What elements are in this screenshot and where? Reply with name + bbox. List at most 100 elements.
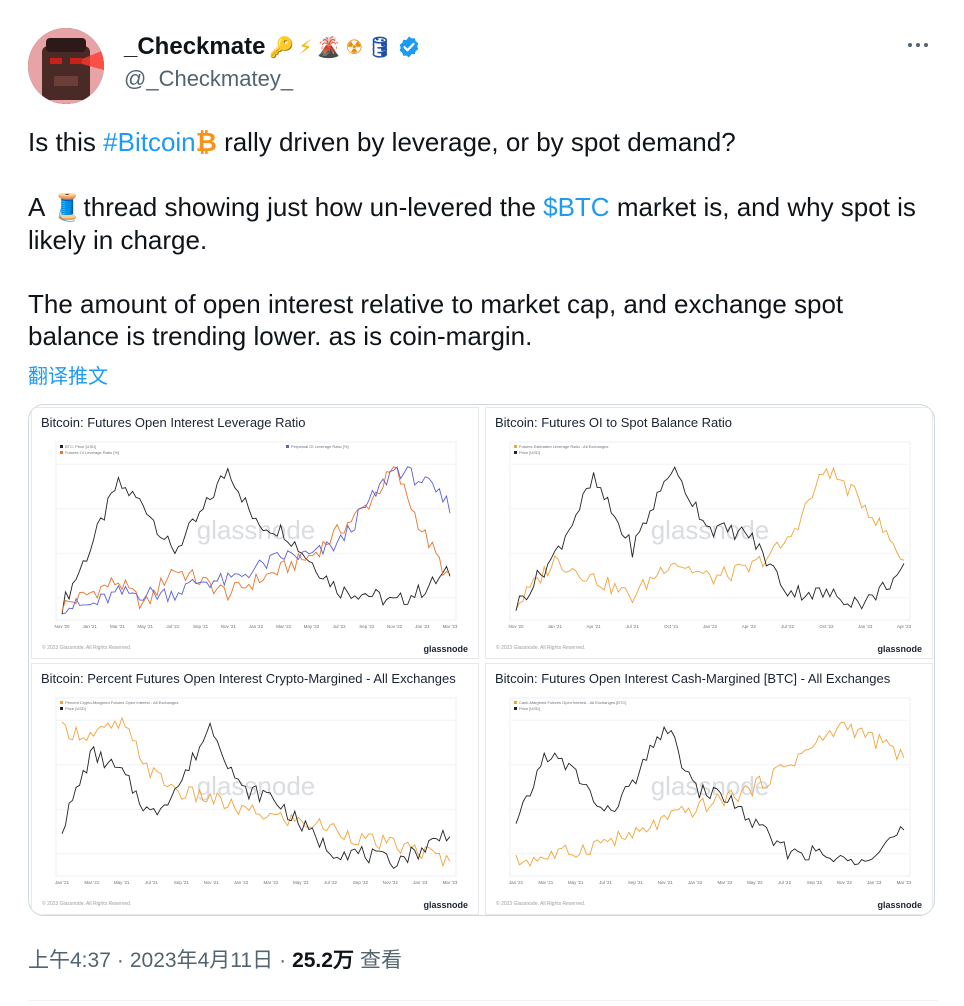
x-tick-label: Mar '23 (443, 624, 458, 629)
legend-swatch (60, 445, 63, 448)
radioactive-emoji-icon: ☢ (345, 35, 364, 59)
x-tick-label: Nov '22 (383, 880, 399, 885)
legend-swatch (286, 445, 289, 448)
legend-swatch (60, 701, 63, 704)
verified-badge-icon[interactable] (397, 35, 421, 59)
tweet-meta: 上午4:37 · 2023年4月11日 · 25.2万 查看 (28, 944, 402, 974)
legend-label: Price [USD] (519, 706, 540, 711)
bitcoin-hashtag-link[interactable]: #Bitcoin (103, 127, 196, 157)
x-tick-label: Jul '22 (333, 624, 346, 629)
chart-panel-1[interactable]: Bitcoin: Futures Open Interest Leverage … (31, 407, 479, 659)
x-tick-label: May '21 (114, 880, 130, 885)
text-segment: thread showing just how un-levered the (83, 192, 544, 222)
lightning-emoji-icon: ⚡ (298, 35, 313, 59)
legend-swatch (60, 451, 63, 454)
tweet-date[interactable]: 2023年4月11日 (130, 944, 273, 974)
cash-margined-chart: glassnode Cash-Margined Futures Open Inte… (509, 697, 912, 885)
x-tick-label: May '21 (568, 880, 584, 885)
divider (28, 1000, 938, 1001)
x-tick-label: May '22 (293, 880, 309, 885)
chart-panel-4[interactable]: Bitcoin: Futures Open Interest Cash-Marg… (485, 663, 933, 915)
legend-label: Percent Crypto-Margined Futures Open Int… (65, 700, 178, 705)
legend-label: Cash-Margined Futures Open Interest - Al… (519, 700, 626, 705)
tweet-media-grid[interactable]: Bitcoin: Futures Open Interest Leverage … (28, 404, 935, 916)
chart-panel-3[interactable]: Bitcoin: Percent Futures Open Interest C… (31, 663, 479, 915)
meta-separator: · (116, 949, 124, 972)
x-tick-label: Mar '21 (538, 880, 553, 885)
x-tick-label: Apr '23 (897, 624, 912, 629)
x-tick-label: May '21 (137, 624, 153, 629)
x-tick-label: Nov '22 (837, 880, 853, 885)
avatar[interactable] (28, 28, 104, 104)
handle[interactable]: @_Checkmatey_ (124, 64, 421, 94)
chart-panel-2[interactable]: Bitcoin: Futures OI to Spot Balance Rati… (485, 407, 933, 659)
volcano-emoji-icon: 🌋 (316, 35, 342, 59)
thread-emoji-icon: 🧵 (51, 193, 84, 223)
crypto-margined-chart: glassnodePercent Crypto-Margined Futures… (55, 697, 458, 885)
x-tick-label: Jul '21 (145, 880, 158, 885)
x-tick-label: Jan '21 (83, 624, 98, 629)
chart-title: Bitcoin: Futures OI to Spot Balance Rati… (495, 415, 733, 430)
x-tick-label: Nov '21 (221, 624, 237, 629)
x-tick-label: Jan '23 (413, 880, 428, 885)
x-tick-label: Jul '22 (324, 880, 337, 885)
x-tick-label: Sep '21 (174, 880, 190, 885)
x-tick-label: Nov '22 (387, 624, 403, 629)
x-tick-label: Mar '22 (263, 880, 278, 885)
bitcoin-emoji-icon: ₿ (195, 128, 217, 158)
x-tick-label: Mar '22 (276, 624, 291, 629)
chart-title: Bitcoin: Futures Open Interest Leverage … (41, 415, 306, 430)
tweet-paragraph-2: A 🧵thread showing just how un-levered th… (28, 191, 928, 256)
tweet-time[interactable]: 上午4:37 (28, 944, 111, 974)
glassnode-logo: glassnode (423, 900, 468, 910)
x-tick-label: Jan '22 (703, 624, 718, 629)
x-tick-label: Jul '22 (781, 624, 794, 629)
tweet-header: _Checkmate 🔑 ⚡ 🌋 ☢ 🛢 @_Checkmatey_ (28, 24, 938, 108)
tweet-paragraph-3: The amount of open interest relative to … (28, 289, 844, 351)
legend-label: Futures OI Leverage Ratio [%] (65, 450, 119, 455)
more-options-button[interactable] (898, 30, 938, 60)
legend-label: Perpetual OI Leverage Ratio [%] (291, 444, 349, 449)
legend-swatch (514, 451, 517, 454)
copyright-text: © 2023 Glassnode. All Rights Reserved. (42, 901, 132, 907)
x-tick-label: Sep '21 (628, 880, 644, 885)
legend-label: BTC: Price [USD] (65, 444, 96, 449)
btc-cashtag-link[interactable]: $BTC (543, 192, 609, 222)
watermark-text: glassnode (651, 771, 770, 801)
tweet-paragraph-1: Is this #Bitcoin₿ rally driven by levera… (28, 126, 928, 159)
display-name-row[interactable]: _Checkmate 🔑 ⚡ 🌋 ☢ 🛢 (124, 32, 421, 62)
x-tick-label: Nov '21 (204, 880, 220, 885)
x-tick-label: Mar '22 (717, 880, 732, 885)
translate-tweet-link[interactable]: 翻译推文 (28, 360, 108, 389)
legend-swatch (514, 707, 517, 710)
legend-swatch (514, 445, 517, 448)
x-tick-label: Oct '22 (819, 624, 834, 629)
x-tick-label: Jan '22 (249, 624, 264, 629)
more-dot-icon (908, 43, 912, 47)
copyright-text: © 2023 Glassnode. All Rights Reserved. (496, 901, 586, 907)
x-tick-label: Sep '21 (193, 624, 209, 629)
x-tick-label: Apr '21 (587, 624, 602, 629)
x-tick-label: Jul '22 (778, 880, 791, 885)
oi-spot-balance-chart: glassnode Futures Estimated Leverage Rati… (508, 441, 912, 629)
legend-label: Price [USD] (519, 450, 540, 455)
x-tick-label: Mar '23 (897, 880, 912, 885)
x-tick-label: Jul '21 (599, 880, 612, 885)
x-tick-label: Jan '21 (509, 880, 524, 885)
copyright-text: © 2023 Glassnode. All Rights Reserved. (496, 645, 586, 651)
legend-swatch (60, 707, 63, 710)
watermark-text: glassnode (651, 515, 770, 545)
glassnode-logo: glassnode (877, 900, 922, 910)
x-tick-label: Jan '22 (234, 880, 249, 885)
legend-label: Futures Estimated Leverage Ratio - All E… (519, 444, 608, 449)
view-count: 25.2万 (292, 949, 354, 972)
x-tick-label: May '22 (747, 880, 763, 885)
more-dot-icon (916, 43, 920, 47)
x-tick-label: Jan '23 (415, 624, 430, 629)
legend-swatch (514, 701, 517, 704)
x-tick-label: Sep '22 (353, 880, 369, 885)
x-tick-label: Sep '22 (359, 624, 375, 629)
key-emoji-icon: 🔑 (269, 35, 295, 59)
display-name[interactable]: _Checkmate (124, 32, 265, 62)
x-tick-label: Mar '21 (84, 880, 99, 885)
